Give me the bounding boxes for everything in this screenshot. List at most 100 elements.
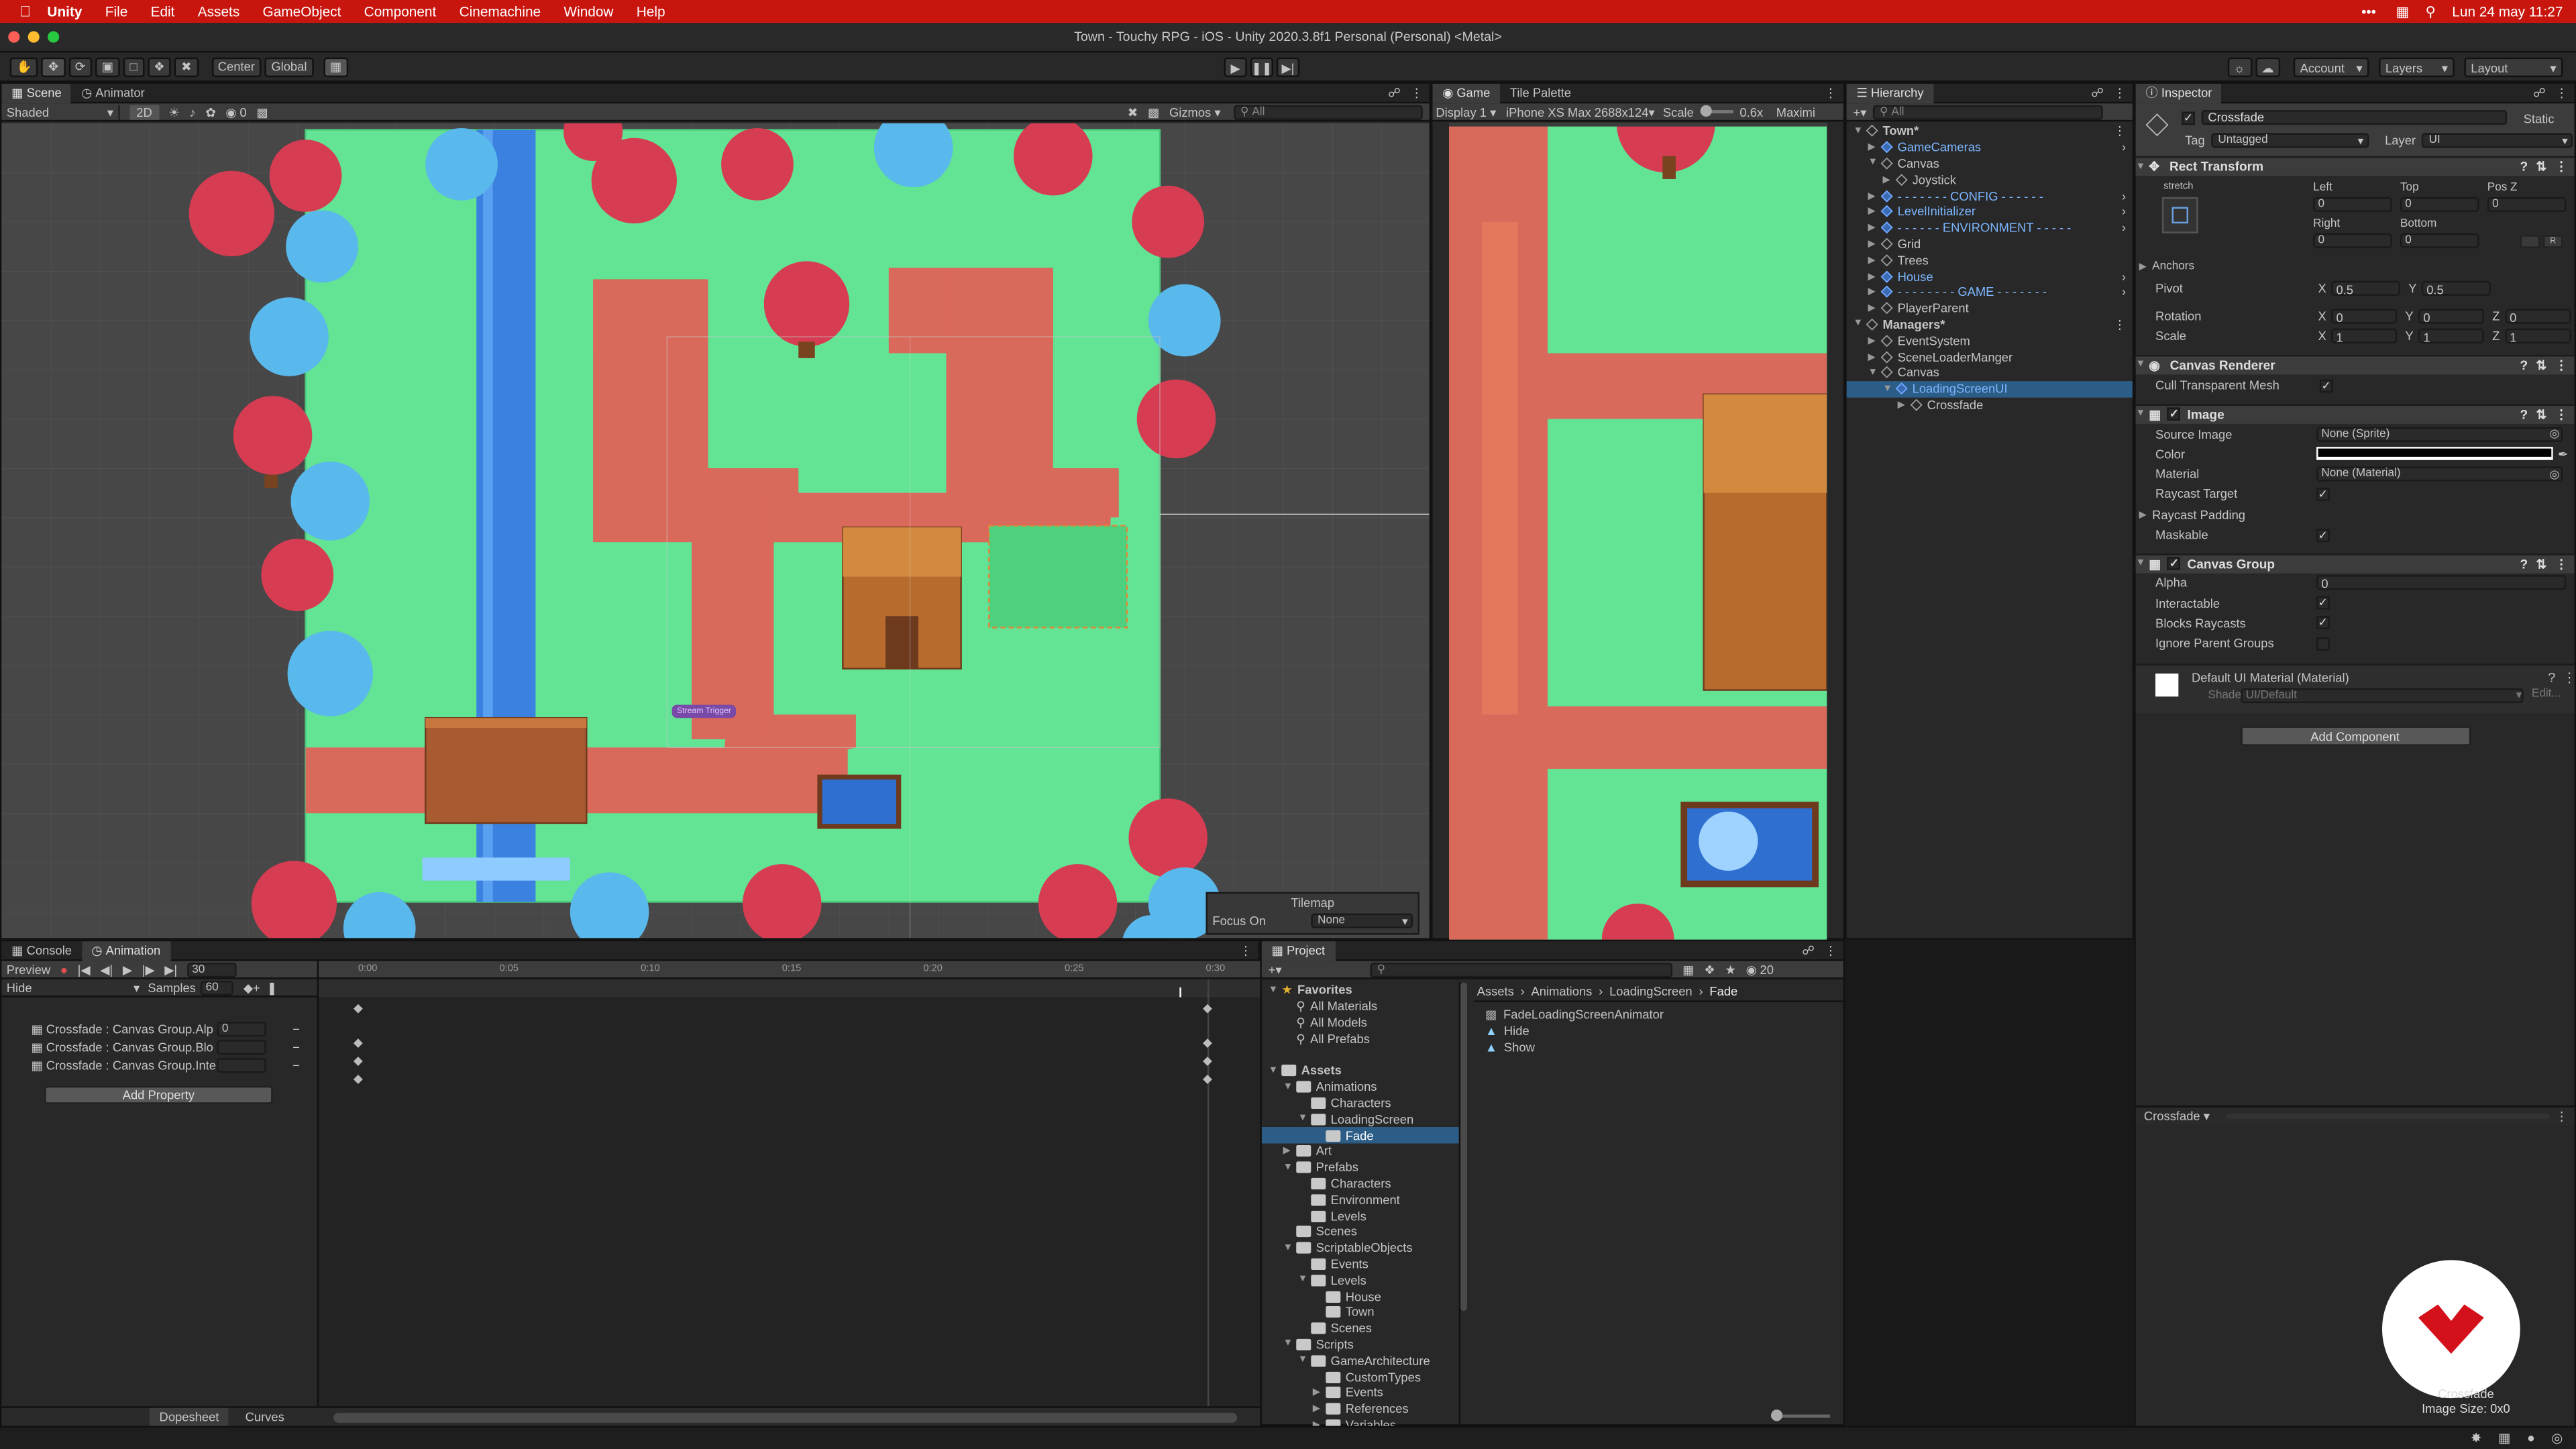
curves-tab[interactable]: Curves	[235, 1409, 294, 1424]
preview-dropdown[interactable]: Crossfade ▾	[2144, 1109, 2210, 1124]
project-tree-item[interactable]: ▶ Art	[1262, 1143, 1459, 1159]
menu-assets[interactable]: Assets	[198, 3, 239, 19]
preview-toggle[interactable]: Preview	[7, 962, 50, 977]
anchors-foldout[interactable]: ▶ Anchors	[2139, 261, 2195, 272]
help-icon[interactable]: ?	[2520, 358, 2528, 373]
chevron-down-icon[interactable]: ▼	[1283, 1163, 1297, 1173]
hierarchy-item[interactable]: ▶ GameCameras ›	[1847, 140, 2133, 156]
more-icon[interactable]: ⋮	[2114, 124, 2126, 139]
chevron-down-icon[interactable]: ▼	[1298, 1356, 1311, 1366]
control-center-icon[interactable]: ▦	[2396, 3, 2409, 21]
chevron-right-icon[interactable]: ▶	[1313, 1419, 1326, 1426]
pivot-pivot_x-input[interactable]: 0.5	[2331, 280, 2400, 297]
add-keyframe-icon[interactable]: ◆+	[244, 980, 260, 995]
project-tree-item[interactable]: ▼ Assets	[1262, 1063, 1459, 1079]
chevron-right-icon[interactable]: ▶	[1883, 174, 1896, 186]
animated-property-row[interactable]: ▦ Crossfade : Canvas Group.Inte −	[1, 1057, 317, 1075]
project-tree-item[interactable]: Characters	[1262, 1175, 1459, 1191]
clip-dropdown[interactable]: Hide ▾	[1, 980, 140, 995]
focus-on-dropdown[interactable]: None ▾	[1311, 913, 1413, 928]
menubar-dots[interactable]: •••	[2361, 3, 2376, 19]
maximize-toggle[interactable]: Maximi	[1776, 105, 1815, 119]
open-prefab-icon[interactable]: ›	[2122, 189, 2126, 203]
open-prefab-icon[interactable]: ›	[2122, 221, 2126, 235]
project-tree-item[interactable]: ▼ LoadingScreen	[1262, 1111, 1459, 1127]
edit-shader-button[interactable]: Edit...	[2532, 688, 2561, 700]
audio-icon[interactable]: ♪	[189, 105, 195, 119]
animated-property-value[interactable]	[217, 1040, 266, 1055]
chevron-right-icon[interactable]: ▶	[1868, 270, 1881, 282]
account-dropdown[interactable]: Account ▾	[2293, 57, 2369, 78]
breadcrumb-item[interactable]: Animations	[1531, 984, 1592, 999]
chevron-down-icon[interactable]: ▼	[1883, 384, 1896, 394]
chevron-right-icon[interactable]: ▶	[1313, 1403, 1326, 1415]
hierarchy-item[interactable]: ▶ SceneLoaderManger	[1847, 349, 2133, 365]
menu-file[interactable]: File	[105, 3, 128, 19]
project-file[interactable]: ▲ Hide	[1485, 1022, 1840, 1038]
raw-edit-button[interactable]: R	[2543, 235, 2563, 248]
chevron-right-icon[interactable]: ▶	[1868, 238, 1881, 250]
chevron-down-icon[interactable]: ▼	[1283, 1340, 1297, 1350]
rotation-rot_x-input[interactable]: 0	[2331, 309, 2398, 325]
hierarchy-item[interactable]: ▶ EventSystem	[1847, 333, 2133, 349]
display-dropdown[interactable]: Display 1 ▾	[1433, 105, 1496, 119]
blocks-raycasts-checkbox[interactable]: ✓	[2316, 616, 2330, 630]
top-input[interactable]: 0	[2400, 197, 2479, 212]
preset-icon[interactable]: ⇅	[2536, 407, 2546, 422]
more-icon[interactable]: ⋮	[2114, 317, 2126, 332]
animated-property-row[interactable]: ▦ Crossfade : Canvas Group.Alp 0 −	[1, 1020, 317, 1038]
tab-hierarchy[interactable]: ☰ Hierarchy	[1846, 83, 1934, 103]
preview-drag-handle[interactable]	[2226, 1114, 2549, 1119]
collab-icon[interactable]: ☼	[2226, 57, 2252, 78]
project-tree-item[interactable]: ⚲ All Prefabs	[1262, 1030, 1459, 1046]
canvas-group-enabled-checkbox[interactable]: ✓	[2167, 557, 2181, 571]
menu-cinemachine[interactable]: Cinemachine	[460, 3, 541, 19]
step-button[interactable]: ▶|	[1276, 57, 1300, 78]
menu-component[interactable]: Component	[364, 3, 437, 19]
remove-property-icon[interactable]: −	[292, 1040, 300, 1055]
project-tree-item[interactable]: ▶ Events	[1262, 1385, 1459, 1401]
project-search-input[interactable]: ⚲	[1370, 961, 1673, 977]
help-icon[interactable]: ?	[2520, 556, 2528, 571]
filter-type-icon[interactable]: ▦	[1682, 962, 1694, 977]
global-space-button[interactable]: Global	[264, 56, 314, 76]
bottom-input[interactable]: 0	[2400, 233, 2479, 248]
grid-snap-icon[interactable]: ▦	[323, 56, 348, 76]
rotation-rot_y-input[interactable]: 0	[2418, 309, 2484, 325]
hierarchy-item[interactable]: ▶ LevelInitializer ›	[1847, 204, 2133, 220]
more-icon[interactable]: ⋮	[1240, 943, 1252, 958]
more-icon[interactable]: ⋮	[2114, 85, 2126, 100]
preset-icon[interactable]: ⇅	[2536, 160, 2546, 174]
cache-icon[interactable]: ●	[2527, 1431, 2535, 1446]
hierarchy-item[interactable]: ▼ Town* ⋮	[1847, 123, 2133, 140]
object-name-input[interactable]: Crossfade	[2201, 110, 2508, 125]
tab-animation[interactable]: ◷ Animation	[81, 941, 170, 961]
favorite-icon[interactable]: ★	[1725, 962, 1735, 977]
hierarchy-item[interactable]: ▼ Managers* ⋮	[1847, 317, 2133, 333]
hierarchy-item[interactable]: ▶ Grid	[1847, 236, 2133, 252]
project-tree-item[interactable]: Characters	[1262, 1095, 1459, 1111]
hand-tool-icon[interactable]: ✋	[9, 56, 39, 76]
project-file[interactable]: ▩ FadeLoadingScreenAnimator	[1485, 1006, 1840, 1022]
layers-dropdown[interactable]: Layers ▾	[2379, 57, 2455, 78]
scale-tool-icon[interactable]: ▣	[95, 56, 120, 76]
shading-dropdown[interactable]: Shaded ▾	[1, 104, 120, 119]
raycast-target-checkbox[interactable]: ✓	[2316, 488, 2330, 501]
help-icon[interactable]: ?	[2548, 670, 2555, 685]
chevron-down-icon[interactable]: ▼	[1283, 1082, 1297, 1092]
image-header[interactable]: ▼ ▦ ✓ Image? ⇅ ⋮	[2135, 404, 2575, 424]
animated-property-value[interactable]: 0	[217, 1022, 266, 1037]
more-icon[interactable]: ⋮	[2555, 85, 2567, 100]
preset-icon[interactable]: ⇅	[2536, 358, 2546, 373]
keyframe-diamond[interactable]	[1203, 1038, 1212, 1049]
cloud-icon[interactable]: ☁	[2255, 57, 2281, 78]
keyframe-diamond[interactable]	[353, 1038, 363, 1049]
menu-help[interactable]: Help	[637, 3, 665, 19]
tab-animator[interactable]: ◷ Animator	[71, 83, 154, 103]
image-enabled-checkbox[interactable]: ✓	[2167, 408, 2181, 421]
project-tree-item[interactable]: ▼ Prefabs	[1262, 1159, 1459, 1175]
menu-window[interactable]: Window	[564, 3, 613, 19]
scale-scale_z-input[interactable]: 1	[2504, 329, 2571, 345]
first-key-icon[interactable]: |◀	[78, 962, 91, 977]
static-toggle[interactable]: Static	[2524, 112, 2555, 127]
